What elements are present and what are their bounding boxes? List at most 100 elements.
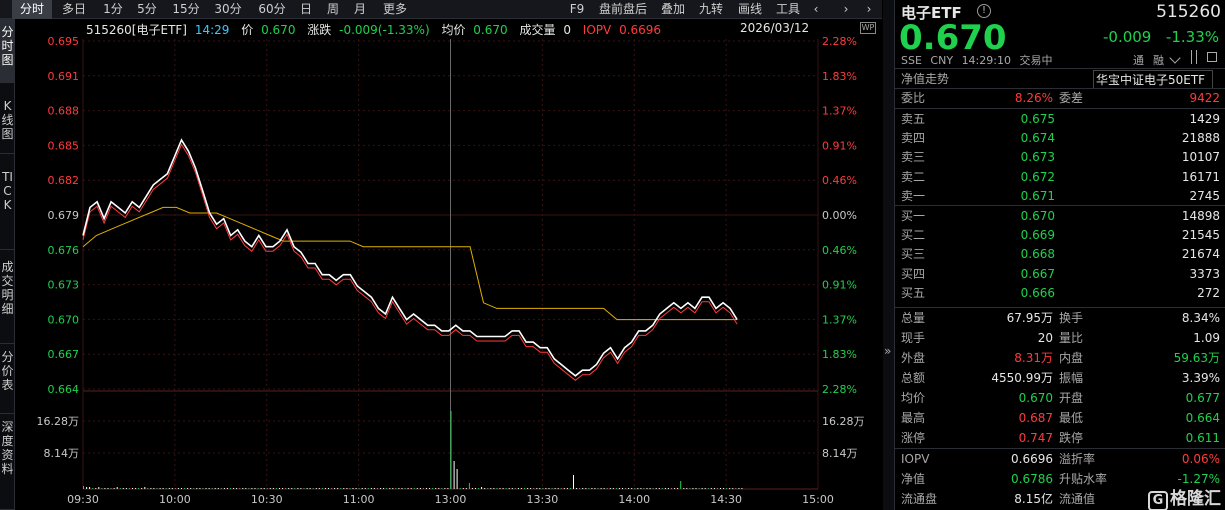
- ask-row[interactable]: 卖二 0.672 16171: [895, 167, 1225, 187]
- overlay-button[interactable]: 叠加: [658, 0, 688, 19]
- volume-bar: [138, 488, 140, 489]
- tab-trade-detail[interactable]: 成交明细: [0, 250, 15, 344]
- bid-row[interactable]: 买二 0.669 21545: [895, 225, 1225, 245]
- volume-bar: [481, 487, 483, 489]
- x-tick-label: 15:00: [802, 493, 834, 506]
- volume-bar: [373, 488, 375, 489]
- view-tabs: 分时图 K线图 TICK 成交明细 分价表 深度资料: [0, 19, 15, 510]
- tab-30min[interactable]: 30分: [212, 0, 244, 19]
- stat-label: 现手: [901, 331, 926, 345]
- volume-bar: [713, 488, 715, 489]
- y-pct-label: 1.83%: [822, 348, 857, 361]
- volume-bar: [153, 488, 155, 489]
- tab-day[interactable]: 日: [298, 0, 314, 19]
- chevron-left-icon[interactable]: ‹: [810, 0, 822, 19]
- stat-label: 总额: [901, 371, 926, 385]
- vol-tick-label: 16.28万: [37, 415, 80, 428]
- chevron-right-icon[interactable]: ›: [840, 0, 852, 19]
- tab-depth-info[interactable]: 深度资料: [0, 414, 15, 510]
- volume-bar: [297, 488, 299, 489]
- tab-multi-day[interactable]: 多日: [58, 0, 90, 19]
- volume-bar: [435, 488, 437, 489]
- nine-turn-button[interactable]: 九转: [696, 0, 726, 19]
- volume-bar: [349, 488, 351, 489]
- f9-button[interactable]: F9: [566, 0, 588, 19]
- bid-row[interactable]: 买五 0.666 272: [895, 283, 1225, 303]
- tab-tick[interactable]: TICK: [0, 154, 15, 250]
- tab-price-table[interactable]: 分价表: [0, 344, 15, 414]
- pre-post-market-button[interactable]: 盘前盘后: [595, 0, 651, 19]
- bid-row[interactable]: 买三 0.668 21674: [895, 244, 1225, 264]
- tab-intraday-chart[interactable]: 分时图: [0, 19, 15, 83]
- stat-label: 总量: [901, 311, 926, 325]
- more-arrow-icon[interactable]: ›: [862, 0, 876, 19]
- nav-trend-link[interactable]: 净值走势: [901, 70, 949, 87]
- iopv-label: IOPV: [582, 23, 612, 37]
- tab-5min[interactable]: 5分: [134, 0, 160, 19]
- volume-bar: [539, 488, 541, 489]
- expand-arrow-icon[interactable]: »: [884, 344, 891, 358]
- tab-60min[interactable]: 60分: [256, 0, 288, 19]
- volume-bar: [398, 488, 400, 489]
- settings-icon[interactable]: WP: [860, 22, 876, 34]
- volume-bar: [557, 488, 559, 489]
- split-icon[interactable]: [1191, 50, 1197, 64]
- ask-row[interactable]: 卖一 0.671 2745: [895, 186, 1225, 206]
- volume-bar: [211, 488, 213, 489]
- panel-collapse-strip[interactable]: »: [883, 0, 894, 510]
- volume-bar: [321, 488, 323, 489]
- volume-bar: [723, 488, 725, 489]
- chevron-down-icon[interactable]: [1169, 52, 1181, 64]
- volume-bar: [640, 488, 642, 489]
- ask-row[interactable]: 卖五 0.675 1429: [895, 109, 1225, 129]
- volume-bar: [383, 488, 385, 489]
- tracking-index-select[interactable]: 华宝中证电子50ETF: [1093, 70, 1213, 89]
- volume-bar: [367, 488, 369, 489]
- tab-intraday[interactable]: 分时: [12, 0, 52, 19]
- cursor-time: 14:29: [194, 23, 230, 37]
- tab-1min[interactable]: 1分: [100, 0, 126, 19]
- volume-bar: [251, 488, 253, 489]
- volume-bar: [104, 488, 106, 489]
- bid-row[interactable]: 买一 0.670 14898: [895, 206, 1225, 226]
- tab-month[interactable]: 月: [352, 0, 368, 19]
- volume-bar: [355, 488, 357, 489]
- volume-bar: [726, 488, 728, 489]
- volume-bar: [416, 488, 418, 489]
- ask-row[interactable]: 卖四 0.674 21888: [895, 128, 1225, 148]
- x-tick-label: 10:00: [159, 493, 191, 506]
- volume-bar: [352, 488, 354, 489]
- volume-bar: [689, 488, 691, 489]
- tab-more[interactable]: 更多: [380, 0, 410, 19]
- volume-bar: [331, 488, 333, 489]
- tab-week[interactable]: 周: [325, 0, 341, 19]
- volume-bar: [441, 488, 443, 489]
- tools-button[interactable]: 工具: [773, 0, 803, 19]
- volume-bar: [579, 488, 581, 489]
- ask-price: 0.675: [1020, 112, 1055, 126]
- volume-bar: [677, 488, 679, 489]
- window-icon[interactable]: [1207, 52, 1217, 62]
- volume-bar: [674, 488, 676, 489]
- y-pct-label: 0.00%: [822, 209, 857, 222]
- draw-line-button[interactable]: 画线: [735, 0, 765, 19]
- tab-kline-chart[interactable]: K线图: [0, 83, 15, 154]
- volume-bar: [193, 488, 195, 489]
- bid-row[interactable]: 买四 0.667 3373: [895, 264, 1225, 284]
- volume-bar: [291, 488, 293, 489]
- volume-bar: [95, 488, 97, 489]
- tab-15min[interactable]: 15分: [170, 0, 202, 19]
- volume-bar: [174, 488, 176, 489]
- volume-bar: [698, 488, 700, 489]
- ask-row[interactable]: 卖三 0.673 10107: [895, 147, 1225, 167]
- bid-volume: 21545: [1181, 228, 1220, 243]
- info-icon[interactable]: !: [977, 4, 991, 18]
- volume-bar: [300, 488, 302, 489]
- volume-bar: [514, 488, 516, 489]
- x-tick-label: 11:00: [343, 493, 375, 506]
- volume-bar: [597, 488, 599, 489]
- volume-bar: [294, 488, 296, 489]
- stat-row: 现手 20 量比 1.09: [895, 328, 1225, 348]
- volume-bar: [410, 488, 412, 489]
- intraday-chart-svg[interactable]: 0.695 2.28% 0.691 1.83% 0.688 1.37% 0.685 0.91%…: [16, 19, 882, 510]
